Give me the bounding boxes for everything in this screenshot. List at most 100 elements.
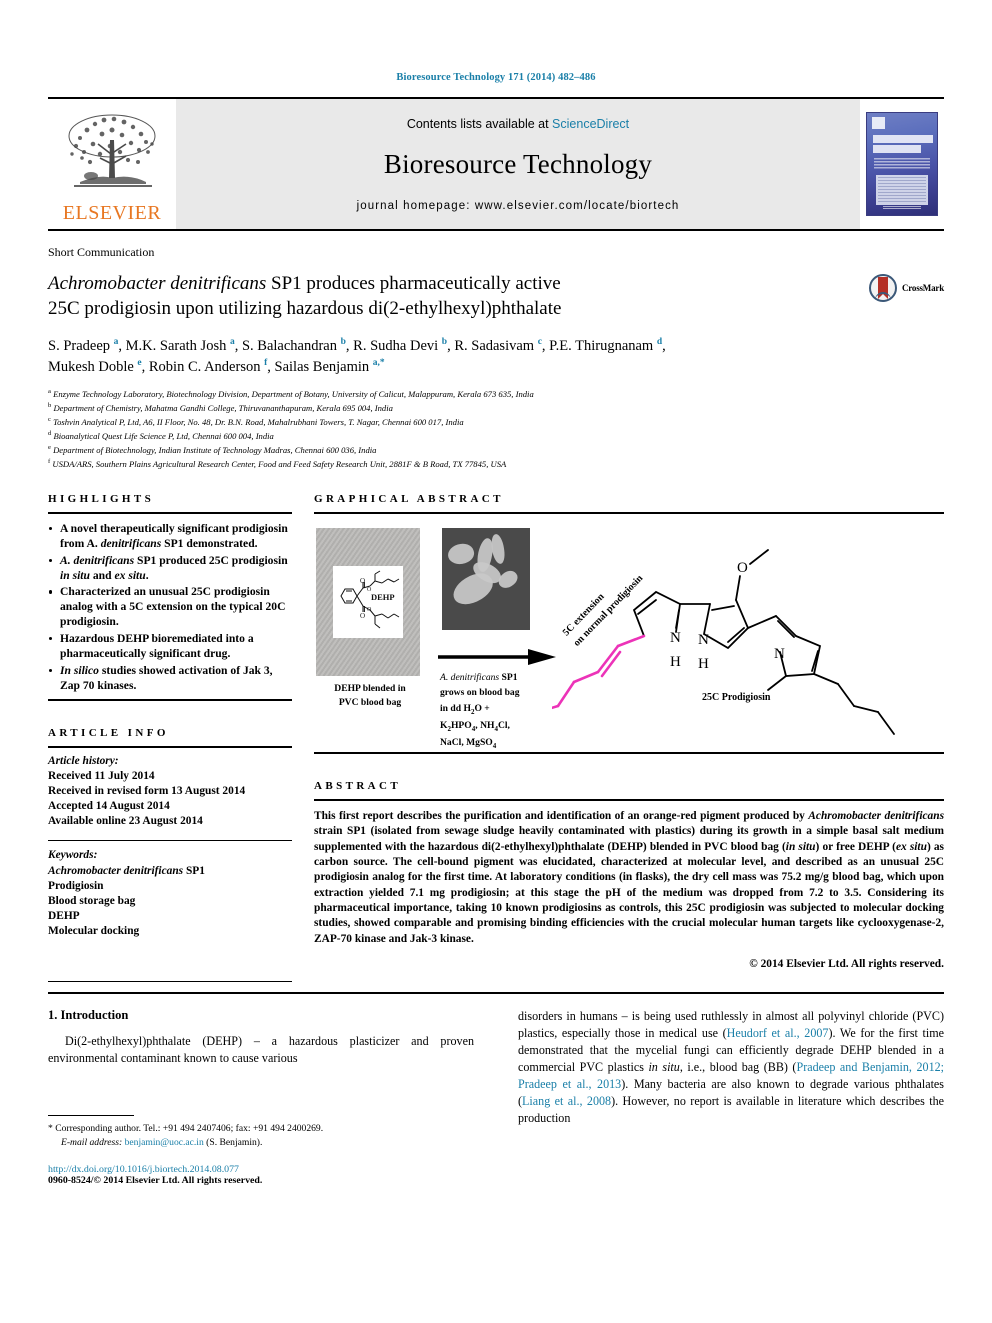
affiliation-mark-a: a bbox=[48, 388, 51, 396]
section-heading-introduction: 1. Introduction bbox=[48, 1008, 129, 1023]
title-line-1-rest: SP1 produces pharmaceutically active bbox=[266, 273, 561, 294]
right-column: GRAPHICAL ABSTRACT O O O O DEHP DEHP ble… bbox=[314, 493, 944, 982]
dehp-molecule-icon: O O O O DEHP bbox=[340, 570, 400, 629]
blood-bag-photo: O O O O DEHP bbox=[316, 527, 420, 676]
reaction-arrow-icon bbox=[438, 648, 556, 666]
pyrrole-hydrogen-middle: H bbox=[698, 656, 709, 672]
article-history: Article history: Received 11 July 2014 R… bbox=[48, 754, 292, 830]
journal-masthead: ELSEVIER Contents lists available at Sci… bbox=[48, 97, 944, 231]
abstract-copyright: © 2014 Elsevier Ltd. All rights reserved… bbox=[749, 958, 944, 971]
citation-heudorf-2007[interactable]: Heudorf et al., 2007 bbox=[727, 1026, 829, 1040]
affiliation-mark-d: d bbox=[48, 430, 52, 438]
keywords-label: Keywords: bbox=[48, 849, 98, 862]
contents-prefix: Contents lists available at bbox=[406, 116, 553, 131]
journal-title: Bioresource Technology bbox=[383, 148, 653, 179]
affiliation-d: d Bioanalytical Quest Life Science P, Lt… bbox=[48, 429, 944, 443]
article-info-divider bbox=[48, 840, 292, 842]
affiliation-f: f USDA/ARS, Southern Plains Agricultural… bbox=[48, 457, 944, 471]
prodigiosin-structure: N N N H H O 25C Prodigiosin 5C extension… bbox=[536, 524, 952, 746]
history-online: Available online 23 August 2014 bbox=[48, 815, 203, 828]
history-accepted: Accepted 14 August 2014 bbox=[48, 800, 170, 813]
left-column: HIGHLIGHTS A novel therapeutically signi… bbox=[48, 493, 314, 983]
blood-bag-caption: DEHP blended in PVC blood bag bbox=[314, 682, 426, 711]
sciencedirect-link[interactable]: ScienceDirect bbox=[552, 117, 629, 131]
affiliation-mark-f: f bbox=[48, 458, 51, 466]
affiliation-text-d: Bioanalytical Quest Life Science P, Ltd,… bbox=[53, 431, 274, 442]
citation-pradeep-benjamin-2012[interactable]: Pradeep and Benjamin, 2012; Pradeep et a… bbox=[518, 1060, 944, 1091]
list-item: In silico studies showed activation of J… bbox=[48, 663, 292, 693]
dehp-label: DEHP bbox=[371, 592, 395, 602]
keyword-item: Molecular docking bbox=[48, 925, 140, 938]
authors-line-2: Mukesh Doble e, Robin C. Anderson f, Sai… bbox=[48, 358, 385, 376]
pyrrole-hydrogen-left: H bbox=[670, 654, 681, 670]
list-item: Hazardous DEHP bioremediated into a phar… bbox=[48, 631, 292, 661]
affiliation-text-f: USDA/ARS, Southern Plains Agricultural R… bbox=[52, 458, 507, 469]
footnote-marker: * bbox=[48, 1123, 53, 1135]
affiliation-text-e: Department of Biotechnology, Indian Inst… bbox=[53, 444, 377, 455]
cover-elsevier-mark bbox=[872, 117, 885, 129]
article-info-top-rule bbox=[48, 745, 292, 748]
highlights-and-graphical-abstract: HIGHLIGHTS A novel therapeutically signi… bbox=[48, 493, 944, 983]
cover-title-line-1 bbox=[873, 135, 933, 143]
body-left-column: 1. Introduction Di(2-ethylhexyl)phthalat… bbox=[48, 1008, 496, 1186]
email-suffix: (S. Benjamin). bbox=[203, 1137, 263, 1149]
caption-line-2: PVC blood bag bbox=[338, 697, 402, 709]
affiliation-mark-c: c bbox=[48, 416, 51, 424]
affiliations: a Enzyme Technology Laboratory, Biotechn… bbox=[48, 387, 944, 471]
author-list: S. Pradeep a, M.K. Sarath Josh a, S. Bal… bbox=[48, 336, 944, 378]
affiliation-b: b Department of Chemistry, Mahatma Gandh… bbox=[48, 401, 944, 415]
dehp-structure-card: O O O O DEHP bbox=[333, 565, 403, 638]
reaction-organism: A. denitrificans bbox=[440, 671, 500, 683]
abstract-block: ABSTRACT This first report describes the… bbox=[314, 780, 944, 970]
pyrrole-nitrogen-middle: N bbox=[698, 632, 709, 648]
affiliation-text-a: Enzyme Technology Laboratory, Biotechnol… bbox=[53, 389, 534, 400]
journal-homepage[interactable]: journal homepage: www.elsevier.com/locat… bbox=[357, 200, 680, 212]
keyword-item: Achromobacter denitrificans SP1 bbox=[48, 864, 205, 877]
list-item: Characterized an unusual 25C prodigiosin… bbox=[48, 584, 292, 629]
article-info-block: ARTICLE INFO Article history: Received 1… bbox=[48, 727, 292, 983]
abstract-body: This first report describes the purifica… bbox=[314, 809, 944, 945]
cover-image bbox=[866, 112, 938, 216]
article-page: Bioresource Technology 171 (2014) 482–48… bbox=[0, 0, 992, 1323]
caption-line-1: DEHP blended in bbox=[334, 682, 406, 694]
svg-text:O: O bbox=[360, 577, 365, 585]
running-head: Bioresource Technology 171 (2014) 482–48… bbox=[396, 72, 596, 83]
graphical-abstract-top-rule bbox=[314, 511, 944, 514]
crossmark-icon bbox=[868, 274, 897, 302]
body-separator-rule bbox=[48, 992, 944, 995]
journal-cover-thumbnail bbox=[860, 99, 944, 229]
email-label: E-mail address: bbox=[61, 1137, 123, 1149]
elsevier-wordmark: ELSEVIER bbox=[62, 202, 162, 224]
citation-liang-2008[interactable]: Liang et al., 2008 bbox=[522, 1094, 611, 1108]
body-right-column: disorders in humans – is being used ruth… bbox=[496, 1008, 944, 1186]
title-species-name: Achromobacter denitrificans bbox=[48, 273, 267, 294]
footnote-rule bbox=[48, 1115, 134, 1117]
email-note: E-mail address: benjamin@uoc.ac.in (S. B… bbox=[48, 1136, 474, 1150]
email-link[interactable]: benjamin@uoc.ac.in bbox=[125, 1137, 204, 1148]
highlights-top-rule bbox=[48, 511, 292, 514]
sem-micrograph bbox=[442, 527, 530, 630]
title-row: Achromobacter denitrificans SP1 produces… bbox=[48, 272, 944, 321]
methoxy-oxygen: O bbox=[737, 560, 748, 576]
crossmark-badge[interactable]: CrossMark bbox=[840, 272, 944, 302]
history-revised: Received in revised form 13 August 2014 bbox=[48, 784, 246, 797]
history-received: Received 11 July 2014 bbox=[48, 769, 155, 782]
article-info-bottom-rule bbox=[48, 981, 292, 983]
pyrrole-nitrogen-right: N bbox=[774, 646, 785, 662]
affiliation-c: c Toshvin Analytical P, Ltd, A6, II Floo… bbox=[48, 415, 944, 429]
abstract-heading: ABSTRACT bbox=[314, 779, 402, 792]
contents-available-line: Contents lists available at ScienceDirec… bbox=[407, 117, 629, 131]
elsevier-tree-icon bbox=[68, 114, 156, 187]
reaction-conditions: A. denitrificans SP1 grows on blood bag … bbox=[440, 671, 520, 751]
reaction-strain: SP1 bbox=[499, 671, 518, 683]
keywords-block: Keywords: Achromobacter denitrificans SP… bbox=[48, 848, 292, 939]
affiliation-text-b: Department of Chemistry, Mahatma Gandhi … bbox=[53, 403, 393, 414]
reaction-line-2: grows on blood bag bbox=[440, 687, 520, 699]
graphical-abstract-heading: GRAPHICAL ABSTRACT bbox=[314, 492, 504, 505]
doi-link[interactable]: http://dx.doi.org/10.1016/j.biortech.201… bbox=[48, 1164, 474, 1175]
crossmark-label: CrossMark bbox=[901, 283, 944, 293]
corresponding-author-text: Corresponding author. Tel.: +91 494 2407… bbox=[55, 1123, 324, 1135]
cover-footer-mark bbox=[883, 206, 921, 210]
keyword-item: Prodigiosin bbox=[48, 879, 104, 892]
highlights-list: A novel therapeutically significant prod… bbox=[48, 521, 292, 693]
